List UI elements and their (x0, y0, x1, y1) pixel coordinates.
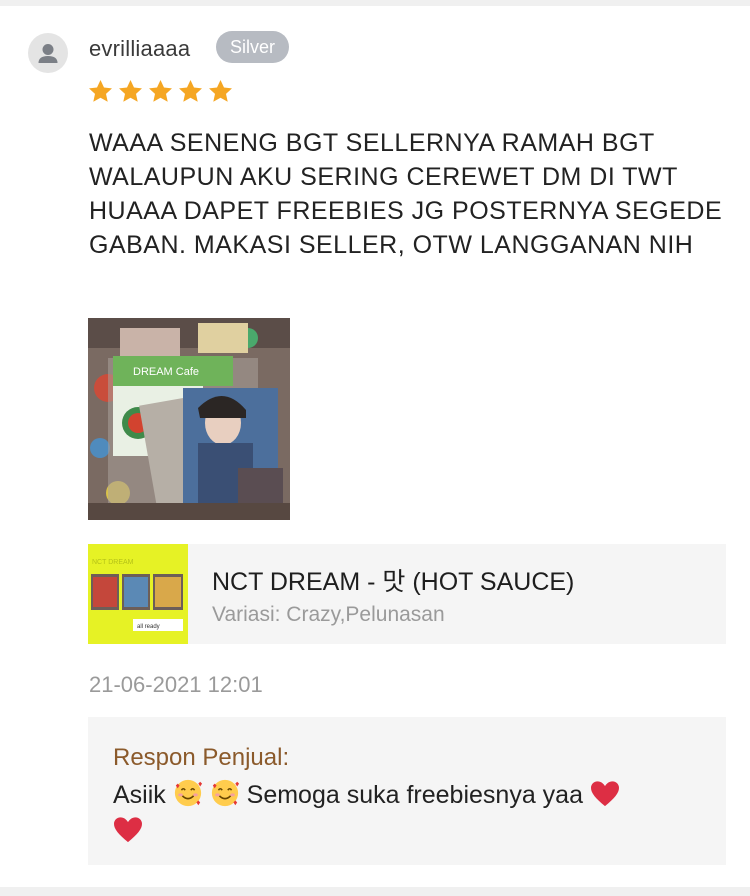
svg-text:all ready: all ready (137, 624, 160, 630)
star-icon (149, 80, 172, 102)
star-icon (119, 80, 142, 102)
review-timestamp: 21-06-2021 12:01 (89, 672, 263, 697)
review-photo-image: DREAM Cafe (88, 318, 290, 520)
review-card: evrilliaaaa Silver WAAA SENENG BGT SELLE… (0, 6, 750, 887)
smiling-face-with-hearts-icon (174, 779, 202, 807)
star-icon (209, 80, 232, 102)
red-heart-icon (590, 781, 619, 807)
svg-text:NCT DREAM: NCT DREAM (92, 559, 134, 566)
star-icon (179, 80, 202, 102)
user-silhouette-icon (38, 44, 58, 63)
product-row[interactable]: all ready NCT DREAM NCT DREAM - 맛 (HOT S… (88, 544, 726, 644)
seller-response-label: Respon Penjual: (113, 744, 290, 771)
svg-text:DREAM Cafe: DREAM Cafe (133, 366, 199, 378)
album-thumbnail-image: all ready NCT DREAM (88, 544, 188, 644)
membership-badge: Silver (216, 31, 289, 63)
seller-response-text: Asiik Semoga suka freebiesnya yaa (113, 777, 713, 849)
avatar[interactable] (28, 33, 68, 73)
seller-response: Respon Penjual: Asiik Semoga suka freebi… (88, 717, 726, 865)
star-rating (87, 78, 234, 106)
red-heart-icon (114, 817, 142, 843)
product-name: NCT DREAM - 맛 (HOT SAUCE) (212, 568, 575, 596)
seller-response-text-middle: Semoga suka freebiesnya yaa (246, 781, 583, 809)
product-thumbnail: all ready NCT DREAM (88, 544, 188, 644)
star-icon (89, 80, 112, 102)
seller-response-text-start: Asiik (113, 781, 166, 809)
review-photo[interactable]: DREAM Cafe (88, 318, 290, 520)
product-variant: Variasi: Crazy,Pelunasan (212, 603, 445, 626)
smiling-face-with-hearts-icon (211, 779, 239, 807)
username[interactable]: evrilliaaaa (89, 36, 190, 62)
review-text: WAAA SENENG BGT SELLERNYA RAMAH BGT WALA… (89, 129, 723, 259)
